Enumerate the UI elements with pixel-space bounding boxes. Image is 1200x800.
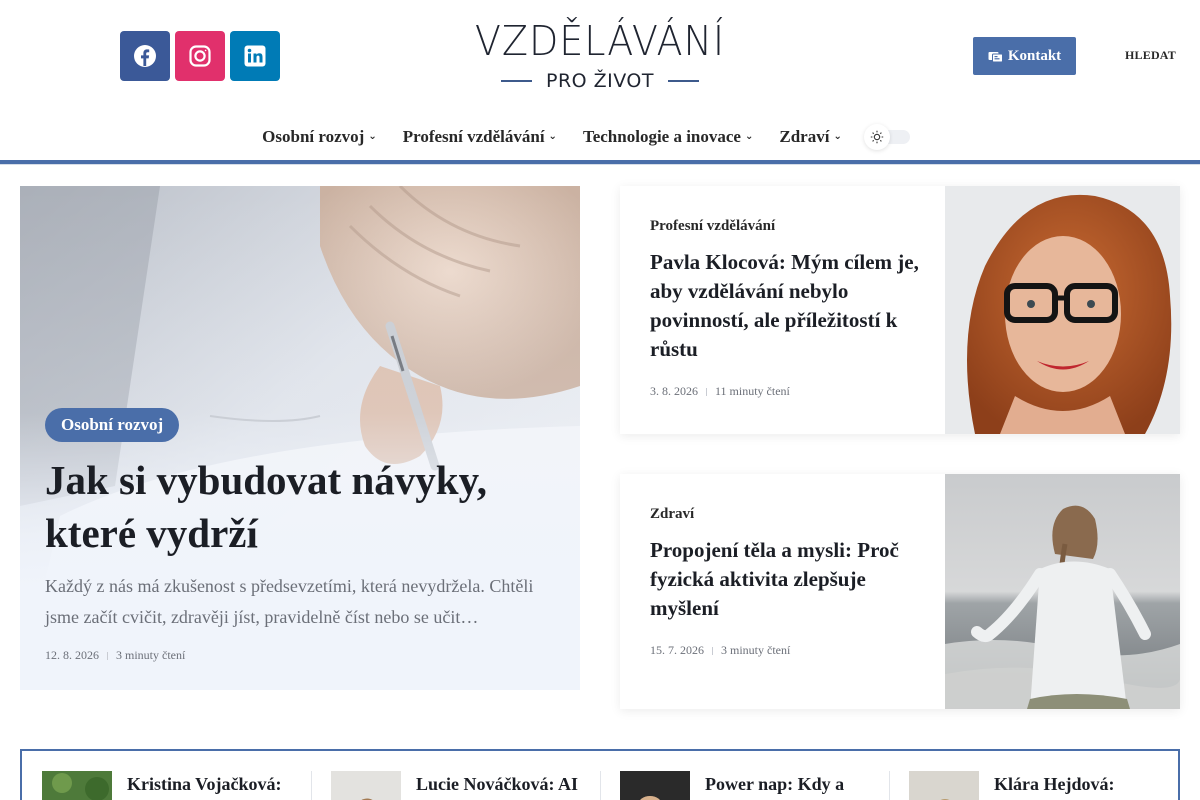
post-date: 15. 7. 2026 <box>650 643 704 657</box>
strip-item[interactable]: Kristina Vojačková: <box>42 771 282 800</box>
strip-title: Power nap: Kdy a <box>705 774 845 794</box>
facebook-button[interactable] <box>120 31 170 81</box>
article-title[interactable]: Pavla Klocová: Mým cílem je, aby vzděláv… <box>650 248 925 364</box>
nav-item-profesni-vzdelavani[interactable]: Profesní vzdělávání ⌄ <box>403 127 557 147</box>
post-date: 3. 8. 2026 <box>650 384 698 398</box>
meta-separator <box>706 387 707 396</box>
meta-separator <box>107 651 108 660</box>
linkedin-icon <box>244 45 266 67</box>
facebook-icon <box>134 45 156 67</box>
article-card-text: Zdraví Propojení těla a mysli: Proč fyzi… <box>650 505 925 658</box>
site-header: VZDĚLÁVÁNÍ PRO ŽIVOT Kontakt HLEDAT Osob… <box>0 0 1200 160</box>
strip-title: Lucie Nováčková: AI <box>416 774 578 794</box>
article-title[interactable]: Propojení těla a mysli: Proč fyzická akt… <box>650 536 925 623</box>
article-image-yoga[interactable] <box>945 474 1180 709</box>
featured-title[interactable]: Jak si vybudovat návyky, které vydrží <box>45 454 565 560</box>
article-card[interactable]: Profesní vzdělávání Pavla Klocová: Mým c… <box>620 186 1180 434</box>
main-nav: Osobní rozvoj ⌄ Profesní vzdělávání ⌄ Te… <box>0 120 1200 154</box>
logo-subtitle: PRO ŽIVOT <box>546 70 654 92</box>
read-time: 3 minuty čtení <box>116 648 186 662</box>
nav-item-label: Osobní rozvoj <box>262 127 365 146</box>
strip-separator <box>889 771 890 800</box>
site-logo[interactable]: VZDĚLÁVÁNÍ PRO ŽIVOT <box>450 16 750 98</box>
strip-thumbnail <box>620 771 690 800</box>
nav-item-technologie-a-inovace[interactable]: Technologie a inovace ⌄ <box>583 127 753 147</box>
search-link[interactable]: HLEDAT <box>1125 48 1176 63</box>
featured-meta: 12. 8. 2026 3 minuty čtení <box>45 648 185 663</box>
chevron-down-icon: ⌄ <box>368 130 377 142</box>
featured-excerpt: Každý z nás má zkušenost s předsevzetími… <box>45 576 534 627</box>
logo-divider <box>501 80 532 82</box>
logo-title: VZDĚLÁVÁNÍ <box>474 17 726 65</box>
article-category[interactable]: Zdraví <box>650 506 694 522</box>
logo-divider <box>668 80 699 82</box>
strip-item[interactable]: Lucie Nováčková: AI <box>331 771 578 800</box>
article-card-text: Profesní vzdělávání Pavla Klocová: Mým c… <box>650 217 925 399</box>
read-time: 11 minuty čtení <box>715 384 790 398</box>
featured-article[interactable]: Osobní rozvoj Jak si vybudovat návyky, k… <box>20 186 580 690</box>
nav-item-label: Profesní vzdělávání <box>402 127 545 146</box>
nav-item-zdravi[interactable]: Zdraví ⌄ <box>779 127 841 147</box>
category-badge[interactable]: Osobní rozvoj <box>45 408 180 442</box>
meta-separator <box>712 646 713 655</box>
strip-title: Klára Hejdová: <box>994 774 1115 794</box>
strip-separator <box>311 771 312 800</box>
theme-toggle[interactable] <box>863 124 910 150</box>
strip-thumbnail <box>331 771 401 800</box>
strip-thumbnail <box>909 771 979 800</box>
strip-title: Kristina Vojačková: <box>127 774 282 794</box>
latest-posts-strip: Kristina Vojačková: Lucie Nováčková: AI … <box>20 749 1180 800</box>
instagram-button[interactable] <box>175 31 225 81</box>
contact-button[interactable]: Kontakt <box>973 37 1076 75</box>
header-divider-shadow <box>0 164 1200 165</box>
nav-item-label: Technologie a inovace <box>582 127 741 146</box>
contact-button-label: Kontakt <box>1007 47 1062 64</box>
article-card[interactable]: Zdraví Propojení těla a mysli: Proč fyzi… <box>620 474 1180 709</box>
article-meta: 15. 7. 2026 3 minuty čtení <box>650 643 925 658</box>
strip-item[interactable]: Power nap: Kdy a <box>620 771 844 800</box>
article-image-portrait[interactable] <box>945 186 1180 434</box>
chevron-down-icon: ⌄ <box>548 130 557 142</box>
chevron-down-icon: ⌄ <box>744 130 754 142</box>
strip-item[interactable]: Klára Hejdová: <box>909 771 1114 800</box>
read-time: 3 minuty čtení <box>721 643 791 657</box>
nav-item-label: Zdraví <box>779 127 830 146</box>
post-date: 12. 8. 2026 <box>45 648 99 662</box>
chevron-down-icon: ⌄ <box>833 130 842 142</box>
nav-item-osobni-rozvoj[interactable]: Osobní rozvoj ⌄ <box>262 127 377 147</box>
article-category[interactable]: Profesní vzdělávání <box>650 218 775 234</box>
logo-subtitle-row: PRO ŽIVOT <box>450 69 750 93</box>
strip-thumbnail <box>42 771 112 800</box>
article-meta: 3. 8. 2026 11 minuty čtení <box>650 384 925 399</box>
sun-icon <box>870 130 884 144</box>
contact-card-icon <box>988 51 1003 62</box>
theme-toggle-knob <box>863 124 890 150</box>
instagram-icon <box>189 45 211 67</box>
strip-separator <box>600 771 601 800</box>
linkedin-button[interactable] <box>230 31 280 81</box>
